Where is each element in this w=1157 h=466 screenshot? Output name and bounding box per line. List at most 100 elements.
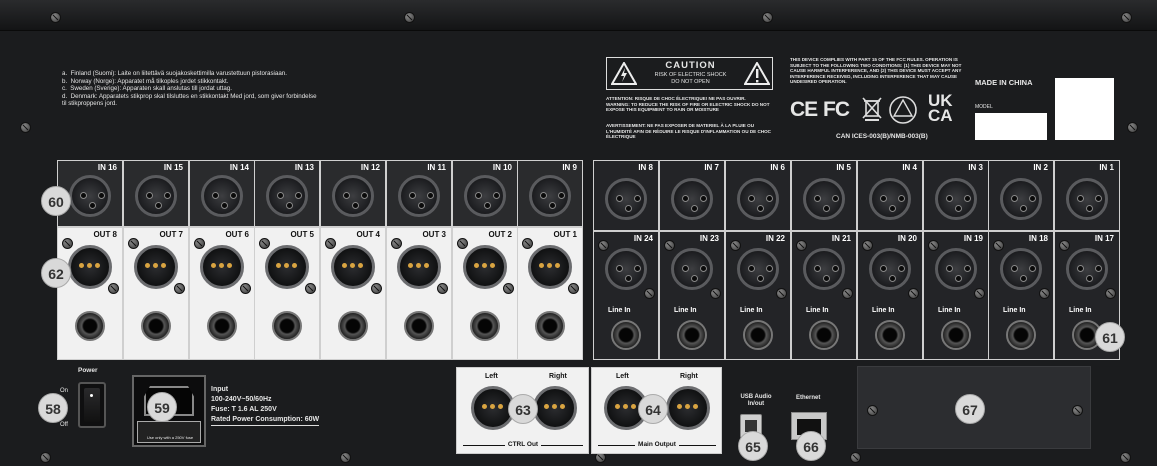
xlr-pin-icon	[880, 195, 887, 202]
xlr-combo-input-jack[interactable]	[1000, 248, 1042, 290]
xlr-pin-icon	[145, 263, 150, 268]
callout-62: 62	[41, 258, 71, 288]
warning-c-text: Sweden (Sverige): Apparaten skall anslut…	[70, 85, 232, 93]
trs-line-in-jack[interactable]	[1006, 320, 1036, 350]
xlr-input-jack[interactable]	[135, 175, 177, 217]
input-label: IN 4	[902, 163, 917, 172]
xlr-pin-icon	[748, 265, 755, 272]
xlr-combo-input-jack[interactable]	[737, 248, 779, 290]
xlr-pin-icon	[342, 263, 347, 268]
trs-output-jack[interactable]	[535, 311, 565, 341]
trs-line-in-jack[interactable]	[677, 320, 707, 350]
trs-output-jack[interactable]	[207, 311, 237, 341]
trs-output-jack[interactable]	[141, 311, 171, 341]
trs-line-in-jack[interactable]	[809, 320, 839, 350]
xlr-pin-icon	[964, 265, 971, 272]
xlr-input-jack[interactable]	[869, 178, 911, 220]
screw-icon	[50, 12, 61, 23]
xlr-pin-icon	[1029, 195, 1036, 202]
caution-en1: WARNING: TO REDUCE THE RISK OF FIRE OR E…	[606, 101, 770, 113]
ctrl-out-right-xlr[interactable]	[533, 386, 577, 430]
xlr-pin-icon	[80, 192, 87, 199]
xlr-pin-icon	[427, 192, 434, 199]
power-switch[interactable]	[78, 382, 106, 428]
xlr-pin-icon	[146, 192, 153, 199]
xlr-input-jack[interactable]	[332, 175, 374, 217]
xlr-pin-icon	[682, 265, 689, 272]
xlr-pin-icon	[474, 263, 479, 268]
combo-input-cell: IN 19 Line In	[923, 231, 989, 360]
xlr-pin-icon	[95, 263, 100, 268]
screw-icon	[174, 283, 185, 294]
input-label: IN 7	[704, 163, 719, 172]
xlr-pin-icon	[539, 263, 544, 268]
xlr-input-jack[interactable]	[671, 178, 713, 220]
callout-63: 63	[508, 394, 538, 424]
xlr-pin-icon	[889, 275, 896, 282]
input-cell: IN 15	[123, 160, 189, 227]
ce-mark: CE	[790, 98, 818, 121]
xlr-output-jack[interactable]	[200, 245, 244, 289]
line-in-label: Line In	[872, 307, 895, 314]
main-output-left-label: Left	[616, 373, 629, 380]
xlr-input-jack[interactable]	[464, 175, 506, 217]
xlr-input-jack[interactable]	[69, 175, 111, 217]
screw-icon	[391, 238, 402, 249]
xlr-input-jack[interactable]	[398, 175, 440, 217]
ctrl-out-left-label: Left	[485, 373, 498, 380]
trs-output-jack[interactable]	[404, 311, 434, 341]
xlr-output-jack[interactable]	[68, 245, 112, 289]
usb-label-line2: In/out	[747, 401, 765, 407]
screw-icon	[259, 238, 270, 249]
trs-output-jack[interactable]	[75, 311, 105, 341]
screw-icon	[644, 288, 655, 299]
trs-output-jack[interactable]	[272, 311, 302, 341]
model-plate	[975, 113, 1047, 140]
input-label: IN 16	[97, 163, 117, 172]
xlr-pin-icon	[276, 263, 281, 268]
trs-line-in-jack[interactable]	[743, 320, 773, 350]
xlr-input-jack[interactable]	[803, 178, 845, 220]
fcc-statement: THIS DEVICE COMPLIES WITH PART 15 OF THE…	[790, 57, 962, 85]
screw-icon	[128, 238, 139, 249]
xlr-pin-icon	[558, 192, 565, 199]
screw-icon	[842, 288, 853, 299]
xlr-combo-input-jack[interactable]	[605, 248, 647, 290]
xlr-input-jack[interactable]	[737, 178, 779, 220]
xlr-output-jack[interactable]	[463, 245, 507, 289]
xlr-input-jack[interactable]	[605, 178, 647, 220]
xlr-input-jack[interactable]	[266, 175, 308, 217]
main-output-right-xlr[interactable]	[666, 386, 710, 430]
xlr-pin-icon	[424, 263, 429, 268]
xlr-pin-icon	[490, 263, 495, 268]
xlr-input-jack[interactable]	[935, 178, 977, 220]
xlr-output-jack[interactable]	[528, 245, 572, 289]
xlr-combo-input-jack[interactable]	[671, 248, 713, 290]
trs-output-jack[interactable]	[470, 311, 500, 341]
screw-icon	[664, 240, 675, 251]
trs-line-in-jack[interactable]	[611, 320, 641, 350]
xlr-pin-icon	[955, 205, 962, 212]
xlr-output-jack[interactable]	[265, 245, 309, 289]
xlr-pin-icon	[1011, 265, 1018, 272]
output-label: OUT 7	[159, 230, 183, 239]
xlr-pin-icon	[211, 263, 216, 268]
caution-title: CAUTION	[665, 60, 716, 71]
input-label: IN 12	[360, 163, 380, 172]
trs-line-in-jack[interactable]	[941, 320, 971, 350]
screw-icon	[762, 12, 773, 23]
xlr-input-jack[interactable]	[1066, 178, 1108, 220]
trs-output-jack[interactable]	[338, 311, 368, 341]
xlr-input-jack[interactable]	[529, 175, 571, 217]
xlr-pin-icon	[164, 192, 171, 199]
xlr-combo-input-jack[interactable]	[935, 248, 977, 290]
xlr-output-jack[interactable]	[331, 245, 375, 289]
xlr-combo-input-jack[interactable]	[1066, 248, 1108, 290]
trs-line-in-jack[interactable]	[875, 320, 905, 350]
xlr-combo-input-jack[interactable]	[869, 248, 911, 290]
xlr-output-jack[interactable]	[134, 245, 178, 289]
xlr-output-jack[interactable]	[397, 245, 441, 289]
xlr-input-jack[interactable]	[201, 175, 243, 217]
xlr-input-jack[interactable]	[1000, 178, 1042, 220]
xlr-combo-input-jack[interactable]	[803, 248, 845, 290]
